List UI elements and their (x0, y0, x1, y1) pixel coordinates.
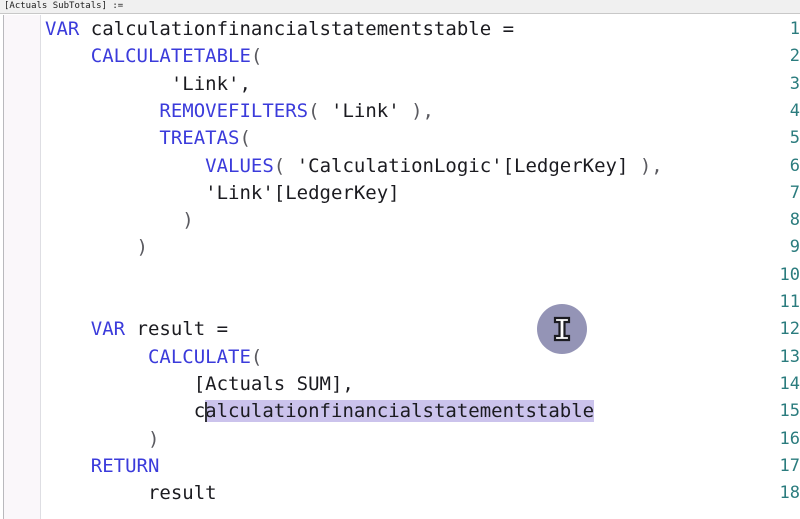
code-line[interactable]: TREATAS( (45, 125, 800, 152)
code-line[interactable]: 'Link', (45, 71, 800, 98)
code-line[interactable] (45, 289, 800, 316)
code-line[interactable]: ) (45, 234, 800, 261)
code-token: ( (273, 154, 286, 177)
code-token: VAR (90, 318, 126, 341)
code-line[interactable]: [Actuals SUM], (45, 371, 800, 398)
selected-text: alculationfinancialstatementstable (205, 400, 595, 423)
code-token: CALCULATE (147, 345, 251, 368)
code-token: ) (136, 236, 148, 259)
code-token: 'Link'[LedgerKey] (205, 181, 400, 204)
code-line[interactable]: REMOVEFILTERS( 'Link' ), (45, 98, 800, 125)
text-ibeam-cursor-icon (537, 304, 587, 354)
code-token: ) (182, 209, 194, 232)
code-token: RETURN (90, 454, 160, 477)
code-token: ), (411, 99, 434, 122)
measure-name-label: [Actuals SubTotals] := (4, 1, 124, 11)
code-line[interactable]: result (45, 480, 800, 507)
code-token: VALUES (205, 154, 274, 177)
code-line[interactable]: ) (45, 426, 800, 453)
code-token: result (147, 482, 217, 505)
code-token: ), (639, 154, 663, 177)
code-token: CALCULATETABLE (90, 45, 251, 68)
code-token: ( (308, 99, 320, 122)
code-token: result = (125, 318, 229, 341)
code-content-area[interactable]: VAR calculationfinancialstatementstable … (45, 15, 800, 519)
dax-code-editor[interactable]: 1 2 3 4 5 6 7 8 9 10 11 12 13 14 15 16 17 18 VAR calculat… (0, 15, 800, 519)
gutter-separator (40, 15, 41, 519)
code-line[interactable]: 'Link'[LedgerKey] (45, 180, 800, 207)
code-token: calculationfinancialstatementstable = (79, 18, 515, 40)
code-line[interactable]: VAR result = (45, 316, 800, 343)
code-line[interactable]: VAR calculationfinancialstatementstable … (45, 16, 800, 43)
code-token: c (193, 400, 206, 423)
code-token: 'CalculationLogic'[LedgerKey] (285, 154, 640, 177)
code-line[interactable]: RETURN (45, 453, 800, 480)
formula-name-bar: [Actuals SubTotals] := (0, 0, 800, 14)
code-line[interactable]: CALCULATETABLE( (45, 43, 800, 70)
code-token: TREATAS (159, 127, 240, 150)
code-line[interactable]: calculationfinancialstatementstable (45, 398, 800, 425)
line-number-gutter (4, 15, 40, 519)
code-token: REMOVEFILTERS (159, 99, 309, 122)
code-token: 'Link', (170, 72, 251, 95)
code-line[interactable]: VALUES( 'CalculationLogic'[LedgerKey] ), (45, 153, 800, 180)
code-token: [Actuals SUM], (193, 372, 354, 395)
code-line[interactable]: ) (45, 207, 800, 234)
code-token: ( (239, 127, 251, 150)
text-caret (205, 402, 208, 423)
code-token: ) (147, 427, 160, 450)
code-token: 'Link' (319, 99, 412, 122)
code-token: ( (250, 345, 263, 368)
code-line[interactable]: CALCULATE( (45, 344, 800, 371)
code-token: VAR (45, 18, 80, 40)
code-token: ( (250, 45, 263, 68)
code-line[interactable] (45, 262, 800, 289)
